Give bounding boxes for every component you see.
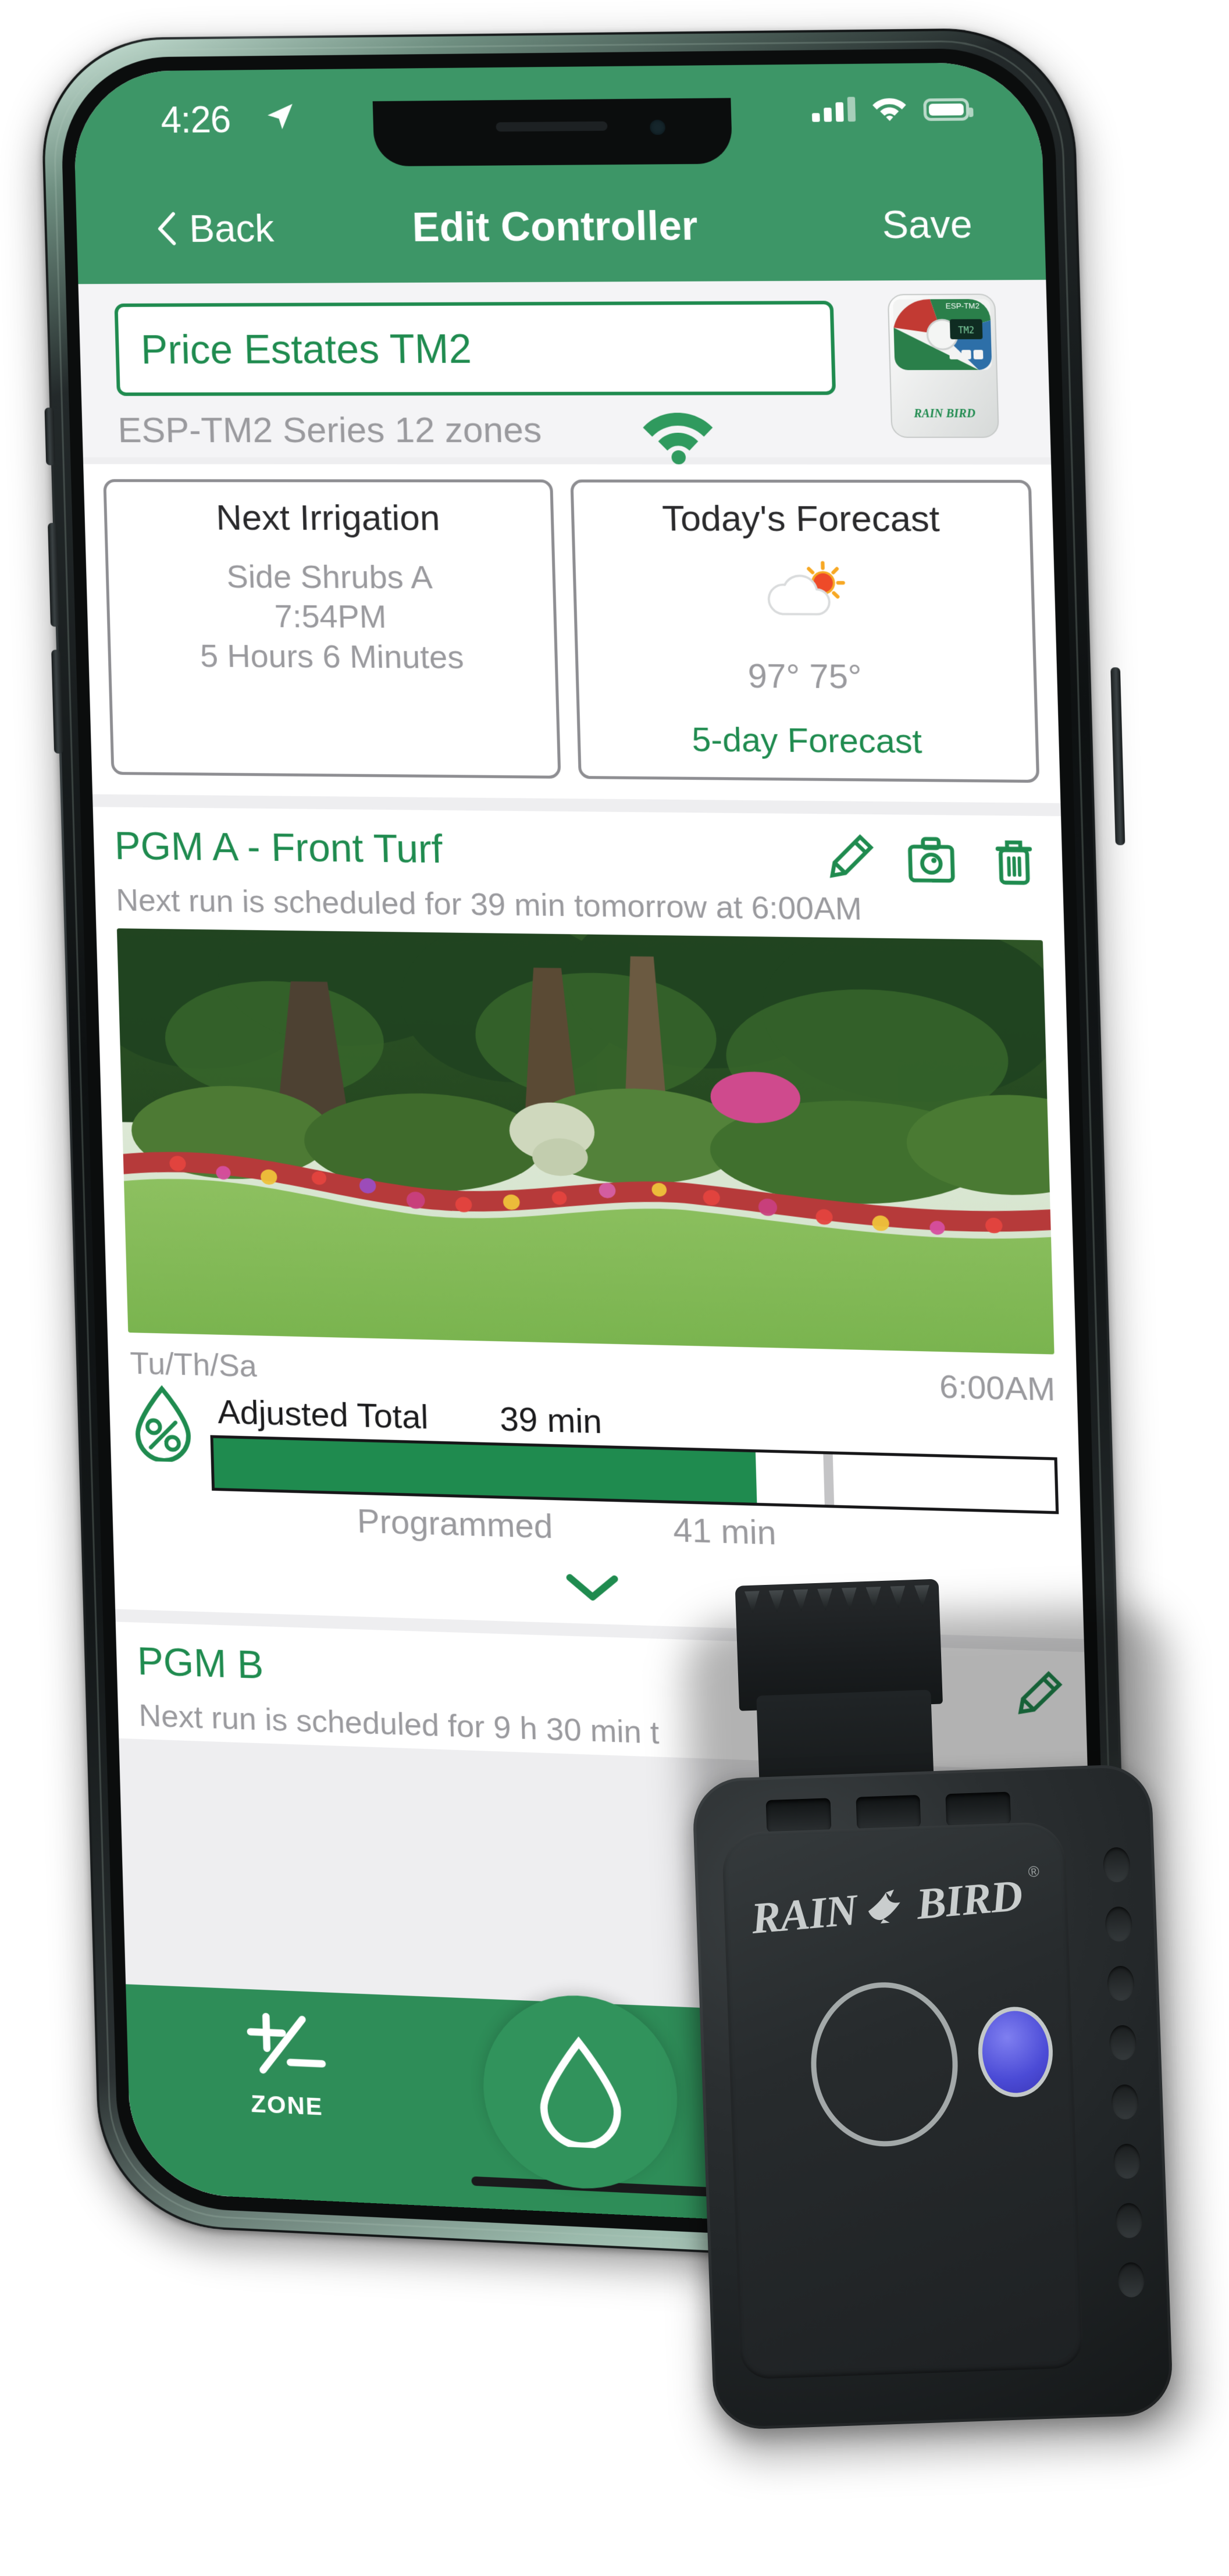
rain-bird-lnk-wifi-module: RAIN BIRD ®: [671, 1570, 1208, 2471]
program-a-runtime: 6:00AM Adjusted Total 39 min Programmed: [130, 1384, 1060, 1572]
bird-glyph-icon: [863, 1885, 910, 1929]
front-camera: [650, 120, 665, 135]
program-a-title: PGM A - Front Turf: [114, 823, 443, 872]
controller-thumbnail: TM2 ESP-TM2 RAIN BIRD: [872, 292, 1014, 440]
phone-notch: [373, 98, 733, 166]
tab-zone-label: ZONE: [251, 2090, 323, 2121]
device-brand-bird: BIRD: [914, 1870, 1024, 1930]
program-a-start-time: 6:00AM: [939, 1367, 1056, 1408]
program-a-subtitle: Next run is scheduled for 39 min tomorro…: [116, 882, 1043, 929]
controller-header: Price Estates TM2 ESP-TM2 Series 12 zone…: [79, 280, 1051, 457]
program-a-photo[interactable]: [117, 928, 1055, 1354]
programmed-marker: [824, 1454, 835, 1505]
chevron-down-icon[interactable]: [565, 1572, 619, 1604]
next-irrigation-card[interactable]: Next Irrigation Side Shrubs A 7:54PM 5 H…: [103, 479, 561, 779]
program-a-actions: [822, 831, 1041, 887]
partly-cloudy-sun-icon: [583, 558, 1024, 634]
power-button[interactable]: [1110, 667, 1125, 845]
controller-subtitle: ESP-TM2 Series 12 zones: [117, 409, 543, 451]
next-irrigation-time: 7:54PM: [117, 596, 546, 638]
controller-name-value: Price Estates TM2: [140, 326, 472, 373]
summary-cards: Next Irrigation Side Shrubs A 7:54PM 5 H…: [83, 464, 1060, 803]
product-photo-scene: 4:26 Back Edit Controller Save Price Est…: [0, 0, 1229, 2576]
back-label: Back: [188, 206, 275, 251]
pencil-icon[interactable]: [822, 833, 876, 885]
wifi-connected-icon: [639, 406, 717, 465]
adjusted-total-fill: [213, 1438, 757, 1503]
svg-text:ESP-TM2: ESP-TM2: [946, 301, 980, 311]
device-brand-rain: RAIN: [749, 1884, 859, 1944]
svg-text:TM2: TM2: [958, 325, 974, 336]
controller-name-input[interactable]: Price Estates TM2: [115, 301, 836, 396]
svg-text:RAIN BIRD: RAIN BIRD: [913, 407, 975, 421]
adjusted-total-label: Adjusted Total: [217, 1392, 429, 1437]
status-bar-time: 4:26: [161, 98, 231, 141]
programmed-value: 41 min: [672, 1510, 776, 1553]
chevron-left-icon: [156, 211, 177, 246]
page-title: Edit Controller: [412, 202, 699, 251]
camera-icon[interactable]: [904, 833, 959, 886]
save-button[interactable]: Save: [882, 202, 973, 247]
five-day-forecast-link[interactable]: 5-day Forecast: [588, 719, 1027, 763]
program-a-bars: 6:00AM Adjusted Total 39 min Programmed: [209, 1387, 1060, 1572]
next-irrigation-title: Next Irrigation: [115, 497, 543, 539]
water-now-fab[interactable]: [481, 1991, 680, 2193]
battery-icon: [923, 98, 969, 121]
programmed-label: Programmed: [357, 1502, 553, 1547]
wifi-icon: [871, 94, 909, 122]
registered-mark: ®: [1027, 1862, 1040, 1882]
earpiece-speaker: [496, 122, 607, 132]
tab-zone[interactable]: ZONE: [126, 2005, 447, 2126]
program-a-header: PGM A - Front Turf: [114, 823, 1041, 887]
forecast-title: Today's Forecast: [582, 498, 1021, 540]
program-b-title: PGM B: [137, 1638, 264, 1688]
forecast-card[interactable]: Today's Forecast 97° 75° 5-day Forecast: [570, 479, 1039, 783]
trash-icon[interactable]: [987, 835, 1041, 887]
mute-switch[interactable]: [45, 408, 55, 465]
back-button[interactable]: Back: [156, 206, 275, 251]
forecast-temps: 97° 75°: [586, 655, 1025, 697]
status-bar-indicators: [811, 94, 970, 122]
water-drop-percent-icon[interactable]: [130, 1384, 196, 1462]
plus-minus-zone-icon: [241, 2010, 330, 2089]
next-irrigation-zone: Side Shrubs A: [116, 557, 545, 598]
navigation-bar: Back Edit Controller Save: [75, 168, 1046, 284]
location-arrow-icon: [263, 99, 297, 133]
next-irrigation-countdown: 5 Hours 6 Minutes: [119, 636, 547, 678]
program-card-a: PGM A - Front Turf Next run is scheduled…: [93, 807, 1084, 1639]
adjusted-total-value: 39 min: [499, 1399, 602, 1441]
water-drop-icon: [535, 2035, 626, 2149]
cellular-signal-icon: [811, 95, 856, 122]
